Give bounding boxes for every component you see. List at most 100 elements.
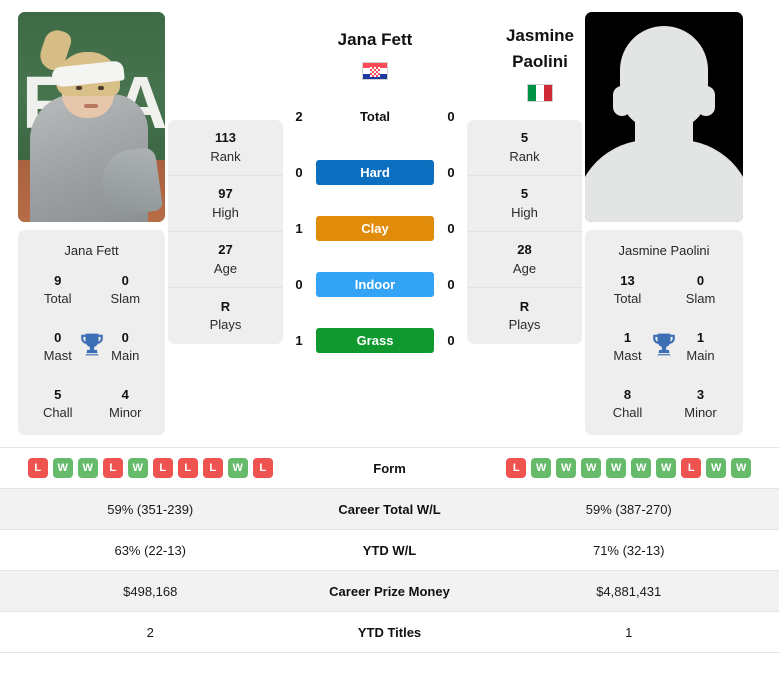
right-player-titles-grid: 13 Total 0 Slam 1 Mast 1 Main 8 Chall 3 …: [591, 272, 737, 421]
left-career-total-wl: 59% (351-239): [107, 501, 194, 517]
form-badge-loss[interactable]: L: [102, 458, 123, 479]
player-comparison-page: F A Jana Fett 9 Total 0 Slam 0 Mast 0 Ma…: [0, 0, 779, 654]
h2h-row-total: 2 Total 0: [286, 88, 464, 144]
form-badge-win[interactable]: W: [656, 458, 677, 479]
form-badge-win[interactable]: W: [631, 458, 652, 479]
silhouette-head: [620, 26, 708, 130]
row-label-career-prize-money: Career Prize Money: [329, 583, 450, 599]
row-label-ytd-wl: YTD W/L: [362, 542, 417, 558]
right-form-cell: LWWWWWWLWW: [479, 458, 779, 479]
row-label-ytd-titles: YTD Titles: [357, 624, 422, 640]
h2h-clay-right: 0: [447, 220, 455, 236]
form-badge-win[interactable]: W: [606, 458, 627, 479]
surface-badge-grass[interactable]: Grass: [316, 327, 434, 353]
h2h-row-indoor: 0 Indoor 0: [286, 256, 464, 312]
form-badge-win[interactable]: W: [227, 458, 248, 479]
form-badge-win[interactable]: W: [706, 458, 727, 479]
left-form-strip: LWWLWLLLWL: [8, 458, 293, 479]
left-ytd-wl: 63% (22-13): [114, 542, 187, 558]
h2h-grass-right: 0: [447, 332, 455, 348]
row-label-career-total-wl: Career Total W/L: [338, 501, 441, 517]
left-titles-chall: 5 Chall: [24, 386, 92, 421]
right-player-photo[interactable]: [585, 12, 743, 222]
form-badge-loss[interactable]: L: [202, 458, 223, 479]
form-badge-win[interactable]: W: [52, 458, 73, 479]
label: Minor: [684, 404, 717, 420]
croatia-flag-icon: [362, 62, 388, 80]
value: 9: [54, 273, 62, 288]
value: R: [519, 298, 530, 314]
left-player-name[interactable]: Jana Fett: [286, 28, 464, 54]
left-player-photo[interactable]: F A: [18, 12, 165, 222]
left-player-flag-row: [286, 54, 464, 88]
italy-flag-icon: [527, 84, 553, 102]
top-comparison-area: F A Jana Fett 9 Total 0 Slam 0 Mast 0 Ma…: [0, 0, 779, 436]
label: Chall: [612, 404, 643, 420]
left-player-meta-column: 113 Rank 97 High 27 Age R Plays: [168, 120, 283, 344]
value: 5: [54, 387, 62, 403]
right-form-strip: LWWWWWWLWW: [487, 458, 772, 479]
form-badge-win[interactable]: W: [581, 458, 602, 479]
h2h-hard-right: 0: [447, 164, 455, 180]
left-player-column: F A Jana Fett 9 Total 0 Slam 0 Mast 0 Ma…: [18, 12, 165, 436]
label: High: [511, 204, 538, 220]
form-badge-win[interactable]: W: [127, 458, 148, 479]
right-meta-high: 5 High: [467, 176, 582, 232]
right-meta-age: 28 Age: [467, 232, 582, 288]
label: Total: [44, 290, 72, 306]
right-player-name-block: Jasmine Paolini: [478, 24, 602, 110]
right-player-column: Jasmine Paolini 13 Total 0 Slam 1 Mast 1…: [585, 12, 743, 436]
h2h-row-hard: 0 Hard 0: [286, 144, 464, 200]
h2h-row-grass: 1 Grass 0: [286, 312, 464, 368]
value: 13: [620, 273, 635, 288]
value: 0: [121, 330, 129, 346]
right-player-name-line2[interactable]: Paolini: [478, 50, 602, 76]
form-badge-loss[interactable]: L: [506, 458, 527, 479]
value: 4: [121, 387, 129, 403]
right-career-total-wl: 59% (387-270): [585, 501, 672, 517]
h2h-indoor-right: 0: [447, 276, 455, 292]
left-titles-slam: 0 Slam: [92, 272, 160, 307]
form-badge-loss[interactable]: L: [27, 458, 48, 479]
right-career-prize-money: $4,881,431: [596, 583, 662, 599]
form-badge-loss[interactable]: L: [681, 458, 702, 479]
label: Chall: [42, 404, 73, 420]
value: 1: [623, 330, 632, 346]
label: Slam: [685, 290, 716, 306]
right-player-flag-row: [478, 76, 602, 110]
left-meta-high: 97 High: [168, 176, 283, 232]
label: Rank: [509, 148, 540, 164]
label: Slam: [110, 290, 141, 306]
form-badge-loss[interactable]: L: [152, 458, 173, 479]
right-player-meta-column: 5 Rank 5 High 28 Age R Plays: [467, 120, 582, 344]
right-player-name-line1[interactable]: Jasmine: [478, 24, 602, 50]
player-eye-left: [76, 86, 82, 90]
h2h-total-left: 2: [295, 108, 303, 124]
label: Mast: [43, 347, 72, 363]
form-badge-win[interactable]: W: [731, 458, 752, 479]
value: 28: [517, 242, 532, 258]
right-titles-total: 13 Total: [591, 272, 664, 307]
value: 113: [215, 130, 236, 146]
label: Age: [213, 260, 238, 276]
row-label-form: Form: [373, 460, 406, 476]
form-badge-loss[interactable]: L: [177, 458, 198, 479]
surface-badge-indoor[interactable]: Indoor: [316, 271, 434, 297]
label: Age: [512, 260, 537, 276]
right-player-card-name: Jasmine Paolini: [618, 243, 710, 258]
left-player-card-name: Jana Fett: [64, 243, 119, 258]
left-ytd-titles: 2: [146, 624, 154, 640]
surface-badge-clay[interactable]: Clay: [316, 215, 434, 241]
value: 27: [218, 242, 233, 258]
surface-badge-hard[interactable]: Hard: [316, 159, 434, 185]
h2h-total-label: Total: [359, 108, 391, 124]
table-row-career-total-wl: 59% (351-239) Career Total W/L 59% (387-…: [0, 489, 779, 531]
value: 0: [54, 330, 62, 346]
left-meta-rank: 113 Rank: [168, 120, 283, 176]
form-badge-loss[interactable]: L: [252, 458, 273, 479]
value: 5: [520, 130, 529, 146]
left-form-cell: LWWLWLLLWL: [0, 458, 301, 479]
form-badge-win[interactable]: W: [77, 458, 98, 479]
form-badge-win[interactable]: W: [531, 458, 552, 479]
form-badge-win[interactable]: W: [556, 458, 577, 479]
